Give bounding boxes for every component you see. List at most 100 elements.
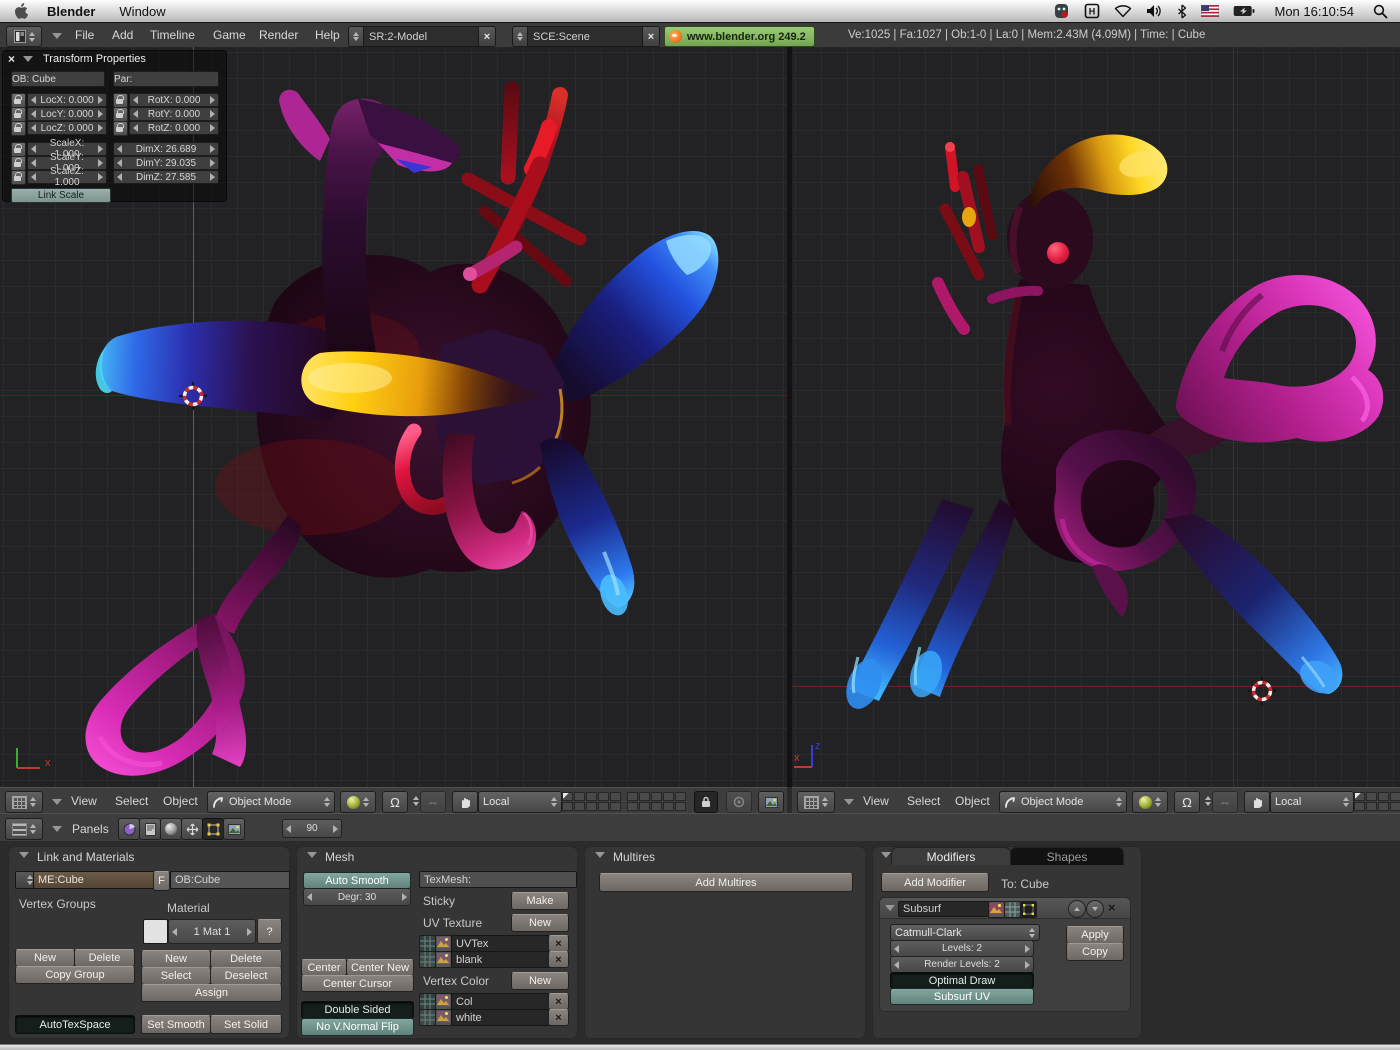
panel-collapse-icon[interactable]	[595, 852, 605, 858]
uv-new-button[interactable]: New	[511, 914, 569, 932]
scalez-field[interactable]: ScaleZ: 1.000	[27, 170, 107, 184]
context-shading-button[interactable]	[160, 818, 182, 840]
material-index-field[interactable]: 1 Mat 1	[168, 919, 256, 944]
modifier-editmode-icon[interactable]	[1020, 901, 1037, 918]
screen-unlink-button[interactable]: ×	[478, 27, 495, 46]
modifier-realtime-icon[interactable]	[1004, 901, 1021, 918]
lock-rotz-button[interactable]	[113, 121, 128, 136]
auto-smooth-toggle[interactable]: Auto Smooth	[303, 872, 411, 889]
vcol-layer-name[interactable]: Col	[451, 993, 557, 1010]
link-scale-button[interactable]: Link Scale	[11, 188, 111, 203]
viewport-left[interactable]: x × Transform Properties OB: Cube Par: L…	[0, 47, 787, 787]
lock-scaley-button[interactable]	[11, 156, 26, 171]
vgroup-new-button[interactable]: New	[15, 949, 75, 967]
spotlight-icon[interactable]	[1373, 4, 1388, 19]
manipulator-hand-button[interactable]	[452, 791, 478, 813]
collapse-menus-icon[interactable]	[52, 33, 62, 39]
layer-buttons-group1[interactable]	[562, 792, 621, 811]
panel-collapse-icon[interactable]	[881, 852, 891, 858]
panel-collapse-icon[interactable]	[307, 852, 317, 858]
dimz-field[interactable]: DimZ: 27.585	[113, 170, 219, 184]
sticky-make-button[interactable]: Make	[511, 892, 569, 910]
locy-field[interactable]: LocY: 0.000	[27, 107, 107, 121]
uv-delete-icon[interactable]: ×	[548, 935, 569, 952]
menu-select[interactable]: Select	[907, 794, 940, 808]
double-sided-toggle[interactable]: Double Sided	[301, 1001, 414, 1019]
material-new-button[interactable]: New	[141, 950, 211, 968]
layer-buttons-group2[interactable]	[627, 792, 686, 811]
spinner-up-icon[interactable]	[29, 32, 35, 36]
editor-type-button[interactable]	[5, 818, 43, 840]
menu-help[interactable]: Help	[315, 28, 340, 42]
vcol2-render-icon[interactable]	[419, 1009, 436, 1026]
levels-field[interactable]: Levels: 2	[890, 940, 1034, 957]
vcol-delete-icon[interactable]: ×	[548, 993, 569, 1010]
input-menu-icon[interactable]: H	[1084, 3, 1100, 19]
editor-type-button[interactable]	[5, 791, 43, 813]
modifier-move-down-button[interactable]	[1086, 900, 1104, 918]
wifi-icon[interactable]	[1114, 4, 1132, 18]
modifier-collapse-icon[interactable]	[885, 905, 895, 911]
manipulator-rotate-button[interactable]: Ω	[1174, 791, 1200, 813]
vgroup-delete-button[interactable]: Delete	[74, 949, 135, 967]
mode-dropdown[interactable]: Object Mode	[207, 791, 335, 813]
collapse-menus-icon[interactable]	[52, 826, 62, 832]
center-button[interactable]: Center	[301, 959, 347, 976]
manipulator-translate-button[interactable]: ⇔	[420, 791, 446, 813]
context-scene-button[interactable]	[223, 818, 245, 840]
object-name-field[interactable]: OB:Cube	[170, 871, 290, 889]
modifier-delete-icon[interactable]: ×	[1108, 900, 1116, 915]
uv-layer-name[interactable]: UVTex	[451, 935, 557, 952]
manipulator-hand-button[interactable]	[1244, 791, 1270, 813]
set-solid-button[interactable]: Set Solid	[210, 1015, 282, 1034]
panel-collapse-icon[interactable]	[23, 56, 33, 62]
material-select-button[interactable]: Select	[141, 967, 211, 985]
parent-field[interactable]: Par:	[113, 71, 219, 87]
uv2-render-icon[interactable]	[419, 951, 436, 968]
window-bottom-edge[interactable]	[0, 1044, 1400, 1050]
menu-render[interactable]: Render	[259, 28, 298, 42]
layer-buttons-group1[interactable]	[1354, 792, 1400, 811]
mac-app-menu[interactable]: Blender	[35, 4, 107, 19]
context-script-button[interactable]	[139, 818, 161, 840]
no-vnormal-flip-toggle[interactable]: No V.Normal Flip	[301, 1018, 414, 1036]
render-preview-button[interactable]	[758, 791, 784, 813]
menu-panels[interactable]: Panels	[72, 822, 109, 836]
lock-rotx-button[interactable]	[113, 93, 128, 108]
menu-add[interactable]: Add	[112, 28, 133, 42]
context-editing-button[interactable]	[202, 818, 224, 840]
center-new-button[interactable]: Center New	[346, 959, 414, 976]
modifier-name-field[interactable]: Subsurf	[898, 901, 994, 917]
proportional-edit-button[interactable]	[726, 791, 752, 813]
roty-field[interactable]: RotY: 0.000	[129, 107, 219, 121]
menu-file[interactable]: File	[75, 28, 94, 42]
bluetooth-icon[interactable]	[1177, 4, 1187, 19]
add-multires-button[interactable]: Add Multires	[599, 873, 853, 892]
screen-browse-icon[interactable]	[349, 27, 364, 46]
modifier-render-icon[interactable]	[988, 901, 1005, 918]
context-object-button[interactable]	[181, 818, 203, 840]
degr-field[interactable]: Degr: 30	[303, 888, 411, 906]
uv-layer-name[interactable]: blank	[451, 951, 557, 968]
uv-active-render-icon[interactable]	[419, 935, 436, 952]
menu-select[interactable]: Select	[115, 794, 148, 808]
optimal-draw-toggle[interactable]: Optimal Draw	[890, 972, 1034, 989]
menu-timeline[interactable]: Timeline	[150, 28, 195, 42]
fake-user-button[interactable]: F	[153, 871, 170, 891]
lock-roty-button[interactable]	[113, 107, 128, 122]
app-status-icon[interactable]	[1053, 3, 1070, 19]
locz-field[interactable]: LocZ: 0.000	[27, 121, 107, 135]
scene-unlink-button[interactable]: ×	[642, 27, 659, 46]
manipulator-rotate-button[interactable]: Ω	[382, 791, 408, 813]
editor-type-button[interactable]	[797, 791, 835, 813]
draw-type-button[interactable]	[340, 791, 376, 813]
assign-button[interactable]: Assign	[141, 984, 282, 1002]
collapse-menus-icon[interactable]	[844, 799, 854, 805]
mode-dropdown[interactable]: Object Mode	[999, 791, 1127, 813]
spinner-down-icon[interactable]	[29, 38, 35, 42]
mac-window-menu[interactable]: Window	[107, 4, 177, 19]
menu-object[interactable]: Object	[163, 794, 198, 808]
subdiv-type-dropdown[interactable]: Catmull-Clark	[890, 924, 1040, 941]
panel-collapse-icon[interactable]	[19, 852, 29, 858]
mesh-name-field[interactable]: ME:Cube	[33, 871, 161, 889]
